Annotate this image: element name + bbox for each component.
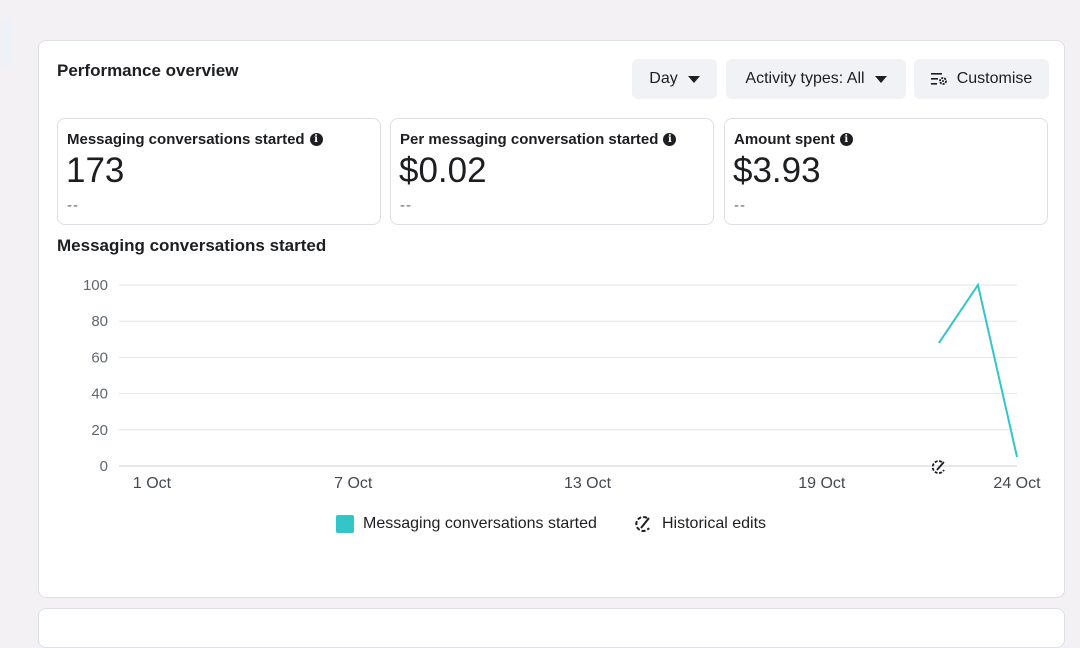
metric-comparison: --	[400, 197, 412, 214]
y-tick-label: 20	[91, 422, 108, 439]
x-tick-label: 24 Oct	[993, 475, 1041, 492]
metric-label: Per messaging conversation started	[400, 131, 659, 148]
data-point[interactable]	[972, 279, 984, 291]
info-icon[interactable]: i	[839, 133, 853, 146]
series-line[interactable]	[938, 282, 1018, 458]
metric-card-amount-spent[interactable]: Amount spent i $3.93 --	[724, 118, 1048, 225]
y-tick-label: 0	[100, 458, 108, 475]
period-dropdown-label: Day	[649, 70, 678, 87]
legend-series-label: Messaging conversations started	[363, 515, 597, 532]
left-panel-edge	[0, 18, 12, 68]
data-point[interactable]	[1011, 451, 1023, 463]
x-tick-label: 19 Oct	[798, 475, 846, 492]
metric-comparison: --	[734, 197, 746, 214]
historical-edits-icon	[635, 515, 650, 532]
y-tick-label: 60	[91, 349, 108, 366]
metric-value: $0.02	[399, 151, 487, 190]
next-card	[38, 608, 1065, 648]
info-icon[interactable]: i	[663, 133, 677, 146]
metric-comparison: --	[67, 197, 79, 214]
customise-settings-icon	[930, 73, 947, 85]
y-tick-label: 100	[83, 277, 108, 294]
info-icon[interactable]: i	[309, 133, 323, 146]
caret-down-icon	[687, 75, 700, 83]
data-point[interactable]	[933, 337, 945, 349]
performance-overview-card: Performance overview Day Activity types:…	[38, 40, 1065, 598]
y-tick-label: 40	[91, 386, 108, 403]
metric-value: 173	[66, 151, 125, 190]
legend-edits-label: Historical edits	[662, 515, 767, 532]
activity-types-label: Activity types: All	[745, 70, 865, 87]
metric-label: Amount spent	[734, 131, 835, 148]
card-title: Performance overview	[57, 61, 239, 80]
customise-button[interactable]: Customise	[914, 59, 1049, 99]
line-chart: 0 20 40 60 80 100 1 Oct 7 Oct 13 Oct 19 Oct 24 Oc…	[83, 277, 1041, 492]
chart-title: Messaging conversations started	[57, 236, 327, 255]
metric-value: $3.93	[733, 151, 821, 190]
historical-edit-marker[interactable]	[931, 460, 945, 474]
x-tick-label: 1 Oct	[133, 475, 172, 492]
activity-types-dropdown[interactable]: Activity types: All	[726, 59, 906, 99]
y-tick-label: 80	[91, 313, 108, 330]
caret-down-icon	[874, 75, 887, 83]
metric-card-conversations[interactable]: Messaging conversations started i 173 --	[57, 118, 381, 225]
x-tick-label: 13 Oct	[564, 475, 612, 492]
x-tick-label: 7 Oct	[334, 475, 373, 492]
metric-label: Messaging conversations started	[67, 131, 305, 148]
metric-card-cost-per-conversation[interactable]: Per messaging conversation started i $0.…	[390, 118, 714, 225]
period-dropdown[interactable]: Day	[632, 59, 717, 99]
customise-label: Customise	[956, 70, 1033, 87]
legend-swatch	[336, 515, 354, 533]
legend-item-series[interactable]: Messaging conversations started	[336, 515, 597, 533]
legend-item-historical-edits[interactable]: Historical edits	[633, 515, 766, 533]
